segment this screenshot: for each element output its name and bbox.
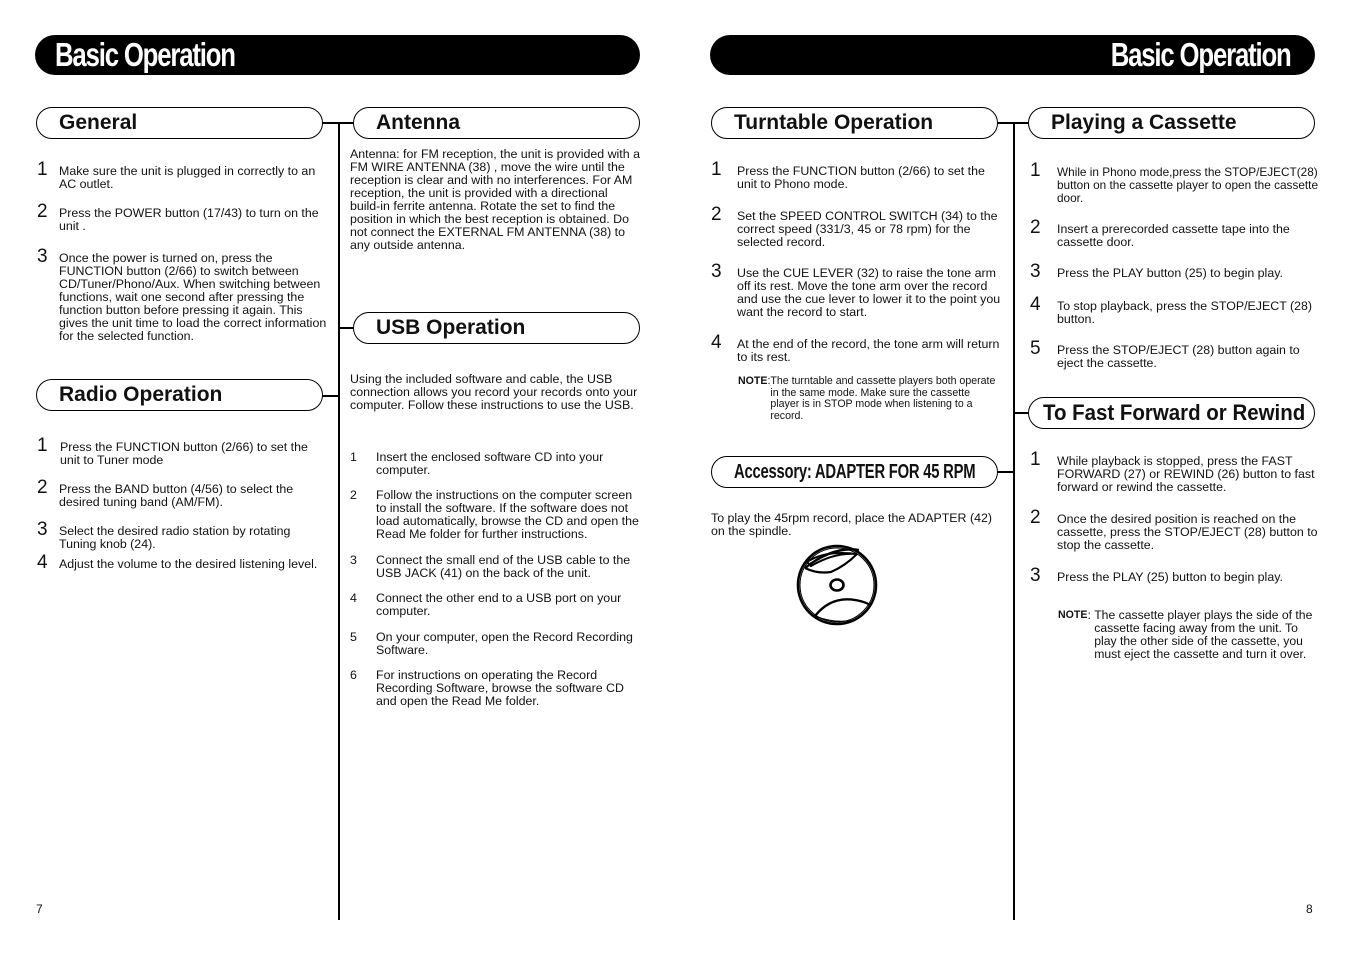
radio-connector [322,395,340,397]
general-step-2: 2 Press the POWER button (17/43) to turn… [37,201,319,233]
right-banner-title: Basic Operation [1111,36,1292,73]
usb-connector [338,327,354,329]
radio-heading-pill: Radio Operation [36,379,323,411]
radio-step-3: 3 Select the desired radio station by ro… [37,519,291,551]
general-heading-pill: General [36,107,323,139]
accessory-heading-pill: Accessory: ADAPTER FOR 45 RPM [711,456,998,488]
radio-step-1: 1 Press the FUNCTION button (2/66) to se… [37,435,308,467]
usb-step-2: 2 Follow the instructions on the compute… [350,488,639,541]
right-column-divider [1013,122,1015,920]
antenna-text: Antenna: for FM reception, the unit is p… [350,147,640,252]
usb-step-4: 4 Connect the other end to a USB port on… [350,591,622,618]
fastforward-step-2: 2 Once the desired position is reached o… [1030,507,1318,552]
usb-heading: USB Operation [376,316,526,339]
fastforward-step-3: 3 Press the PLAY (25) button to begin pl… [1030,565,1283,586]
turntable-note: NOTE: The turntable and cassette players… [738,375,1000,422]
cassette-step-4: 4 To stop playback, press the STOP/EJECT… [1030,294,1313,326]
antenna-heading: Antenna [376,111,460,134]
turntable-step-1: 1 Press the FUNCTION button (2/66) to se… [711,159,985,191]
right-page-number: 8 [1306,902,1313,916]
general-step-1: 1 Make sure the unit is plugged in corre… [37,159,316,191]
usb-step-6: 6 For instructions on operating the Reco… [350,668,624,708]
usb-intro: Using the included software and cable, t… [350,372,638,412]
turntable-heading-pill: Turntable Operation [711,107,998,139]
fastforward-note-text: The cassette player plays the side of th… [1094,608,1313,661]
turntable-step-2: 2 Set the SPEED CONTROL SWITCH (34) to t… [711,204,998,249]
fastforward-note-label: NOTE [1058,609,1088,621]
left-banner-title: Basic Operation [55,36,236,73]
cassette-connector [1013,122,1029,124]
turntable-note-text: The turntable and cassette players both … [770,375,996,422]
45-rpm-adapter-icon [796,544,878,626]
cassette-step-3: 3 Press the PLAY button (25) to begin pl… [1030,261,1283,282]
accessory-connector [997,471,1015,473]
usb-step-1: 1 Insert the enclosed software CD into y… [350,450,604,477]
antenna-heading-pill: Antenna [353,107,640,139]
fastforward-heading: To Fast Forward or Rewind [1043,400,1306,425]
radio-step-4: 4 Adjust the volume to the desired liste… [37,552,318,573]
fastforward-connector [1013,412,1029,414]
usb-step-3: 3 Connect the small end of the USB cable… [350,553,631,580]
antenna-connector [338,122,354,124]
radio-heading: Radio Operation [59,383,223,406]
accessory-heading: Accessory: ADAPTER FOR 45 RPM [734,461,976,483]
left-column-divider [338,122,340,920]
usb-step-5: 5 On your computer, open the Record Reco… [350,630,633,657]
turntable-note-label: NOTE [738,375,768,387]
cassette-heading: Playing a Cassette [1051,111,1237,134]
accessory-text: To play the 45rpm record, place the ADAP… [711,511,992,538]
right-page-banner: Basic Operation [710,35,1315,75]
radio-step-2: 2 Press the BAND button (4/56) to select… [37,477,294,509]
fastforward-note: NOTE: The cassette player plays the side… [1058,609,1320,661]
fastforward-step-1: 1 While playback is stopped, press the F… [1030,449,1315,494]
left-page-banner: Basic Operation [35,35,640,75]
turntable-step-4: 4 At the end of the record, the tone arm… [711,332,1000,364]
general-step-3: 3 Once the power is turned on, press the… [37,246,327,343]
fastforward-heading-pill: To Fast Forward or Rewind [1028,397,1315,429]
cassette-step-1: 1 While in Phono mode,press the STOP/EJE… [1030,160,1319,205]
cassette-step-5: 5 Press the STOP/EJECT (28) button again… [1030,338,1300,370]
usb-heading-pill: USB Operation [353,312,640,344]
general-heading: General [59,111,138,134]
turntable-step-3: 3 Use the CUE LEVER (32) to raise the to… [711,261,1001,319]
turntable-heading: Turntable Operation [734,111,934,134]
left-page-number: 7 [36,902,43,916]
cassette-step-2: 2 Insert a prerecorded cassette tape int… [1030,217,1290,249]
cassette-heading-pill: Playing a Cassette [1028,107,1315,139]
